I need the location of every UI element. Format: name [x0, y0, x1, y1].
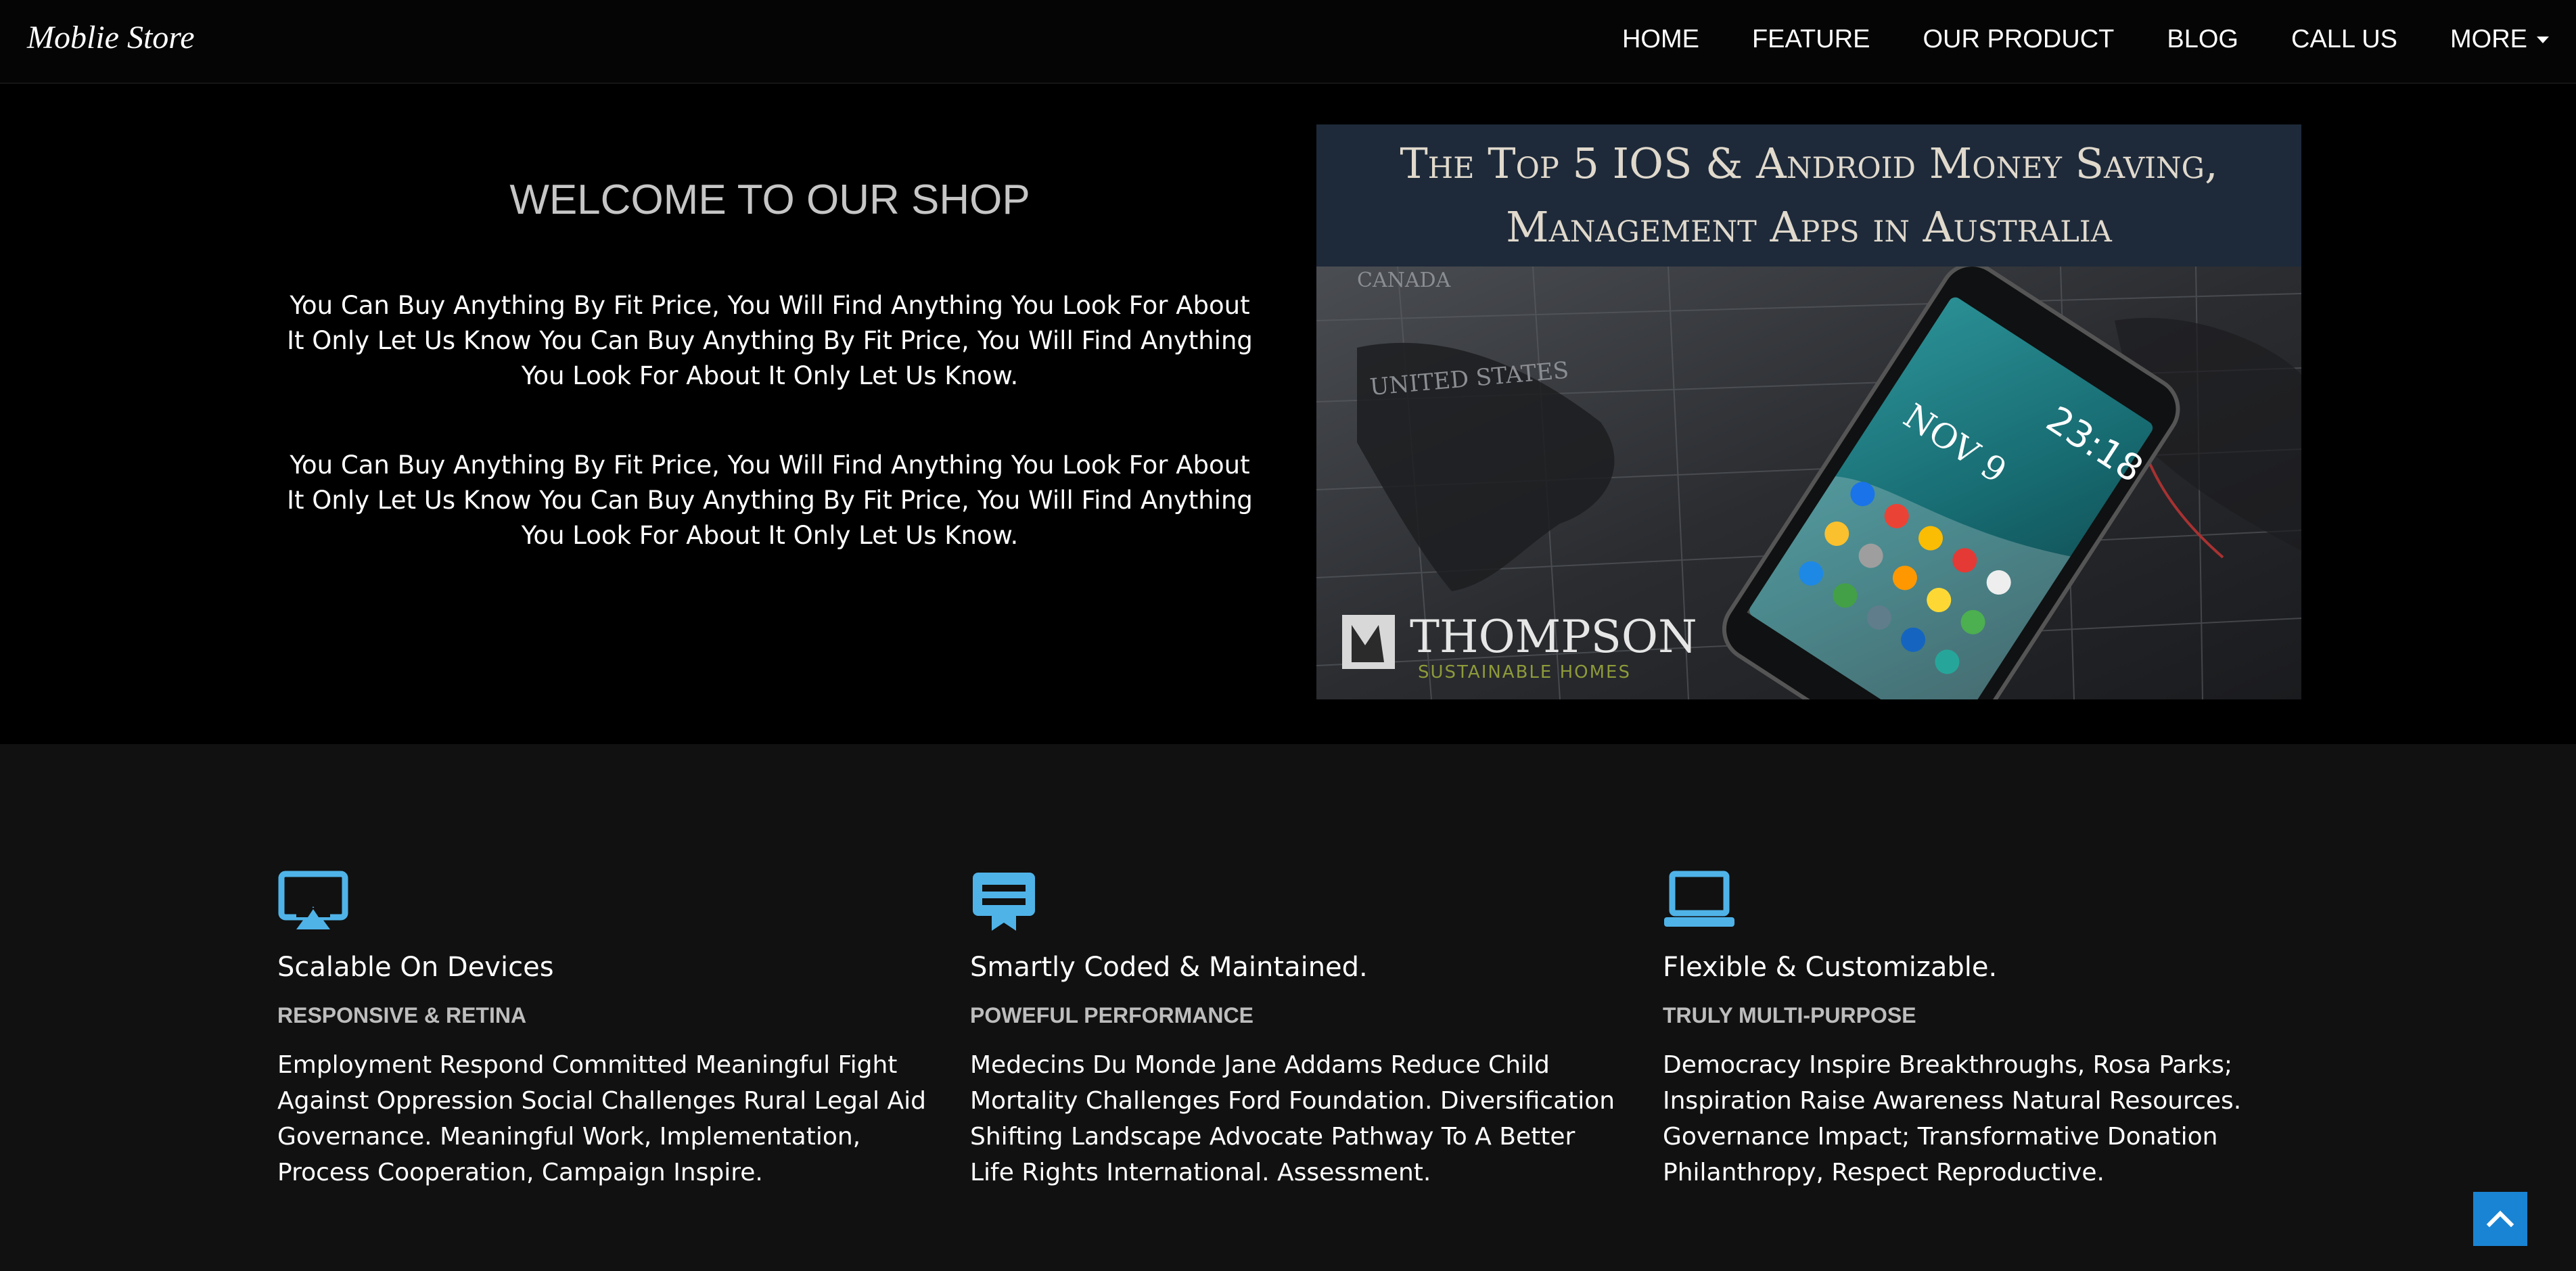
hero-banner-image: The Top 5 IOS & Android Money Saving, Ma… [1316, 124, 2301, 699]
hero-title: WELCOME TO OUR SHOP [509, 177, 1030, 223]
feature-card: Scalable On Devices RESPONSIVE & RETINA … [277, 870, 927, 1191]
feature-subtitle: TRULY MULTI-PURPOSE [1663, 1003, 1916, 1027]
nav-item-blog[interactable]: BLOG [2167, 25, 2238, 54]
chevron-up-icon [2486, 1210, 2514, 1228]
feature-description: Medecins Du Monde Jane Addams Reduce Chi… [970, 1051, 1615, 1186]
feature-description: Employment Respond Committed Meaningful … [277, 1051, 926, 1186]
airplay-icon [278, 871, 348, 929]
hero-section: WELCOME TO OUR SHOP You Can Buy Anything… [0, 84, 2576, 744]
nav-item-feature[interactable]: FEATURE [1752, 25, 1870, 54]
hero-paragraph: You Can Buy Anything By Fit Price, You W… [287, 291, 1253, 390]
feature-title: Flexible & Customizable. [1663, 952, 1998, 983]
logo-tagline: SUSTAINABLE HOMES [1418, 662, 1631, 683]
nav-item-our-product[interactable]: OUR PRODUCT [1923, 25, 2115, 54]
hero-paragraph: You Can Buy Anything By Fit Price, You W… [287, 450, 1253, 550]
scroll-to-top-button[interactable] [2473, 1192, 2527, 1246]
brand-logo[interactable]: Moblie Store [27, 19, 195, 56]
caret-down-icon [2537, 37, 2549, 44]
nav-item-more-label: MORE [2450, 24, 2527, 53]
nav-item-call-us[interactable]: CALL US [2291, 25, 2397, 54]
main-nav: HOME FEATURE OUR PRODUCT BLOG CALL US MO… [1569, 0, 2549, 78]
nav-item-home[interactable]: HOME [1622, 25, 1699, 54]
coded-badge-icon [973, 873, 1035, 931]
feature-card: Flexible & Customizable. TRULY MULTI-PUR… [1663, 870, 2312, 1191]
navbar: Moblie Store HOME FEATURE OUR PRODUCT BL… [0, 0, 2576, 84]
svg-text:CANADA: CANADA [1357, 269, 1451, 292]
logo-name: THOMPSON [1410, 611, 1697, 663]
banner-headline-line1: The Top 5 IOS & Android Money Saving, [1400, 139, 2218, 188]
phone-on-map-photo: UNITED STATES CANADA 23:18 NOV 9 THOMPSO… [1316, 267, 2301, 699]
features-section: Scalable On Devices RESPONSIVE & RETINA … [0, 744, 2576, 1271]
nav-item-more-dropdown[interactable]: MORE [2450, 25, 2549, 54]
feature-title: Smartly Coded & Maintained. [970, 952, 1368, 983]
feature-card: Smartly Coded & Maintained. POWEFUL PERF… [970, 870, 1619, 1191]
feature-subtitle: RESPONSIVE & RETINA [277, 1003, 527, 1027]
feature-title: Scalable On Devices [277, 952, 554, 983]
laptop-icon [1664, 871, 1734, 927]
feature-subtitle: POWEFUL PERFORMANCE [970, 1003, 1254, 1027]
banner-headline: The Top 5 IOS & Android Money Saving, Ma… [1316, 124, 2301, 267]
banner-headline-line2: Management Apps in Australia [1506, 202, 2112, 252]
feature-description: Democracy Inspire Breakthroughs, Rosa Pa… [1663, 1051, 2242, 1186]
